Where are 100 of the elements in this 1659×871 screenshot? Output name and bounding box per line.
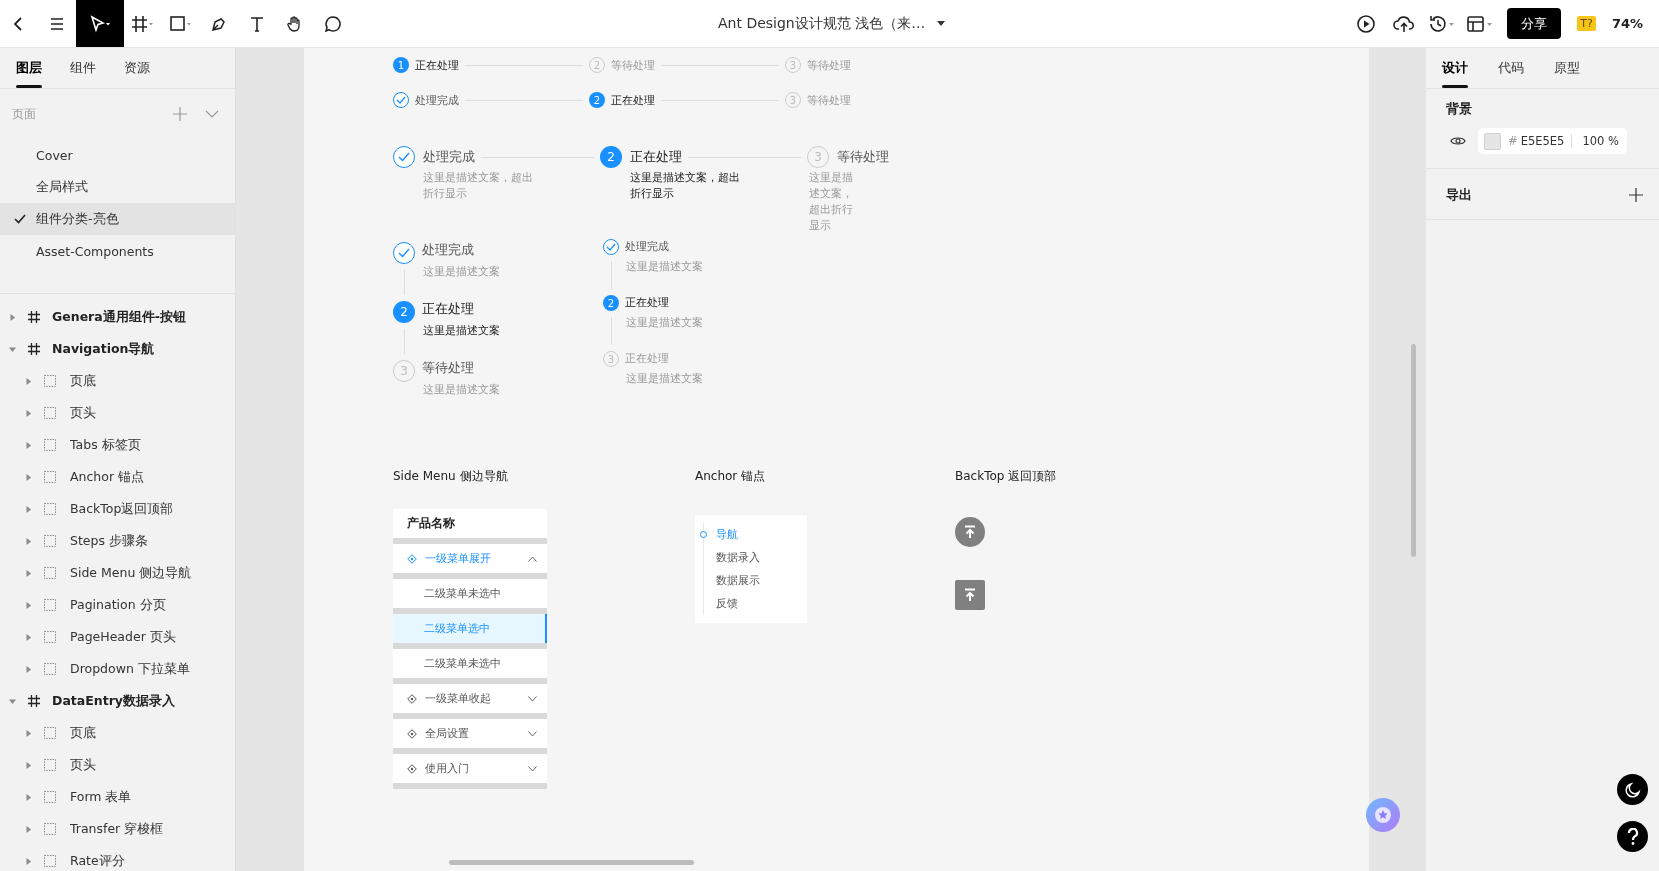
layer-item[interactable]: 页头: [0, 749, 235, 781]
comment-icon: [324, 14, 342, 33]
component-icon: [44, 663, 56, 675]
share-button[interactable]: 分享: [1507, 8, 1562, 39]
panel-tab[interactable]: 资源: [124, 48, 150, 88]
page-item[interactable]: 全局样式: [0, 171, 235, 203]
step-title: 处理完成: [423, 148, 475, 166]
caret-icon: [937, 20, 946, 27]
section-heading: 背景: [1446, 101, 1473, 118]
layer-item[interactable]: Transfer 穿梭框: [0, 813, 235, 845]
menu-item[interactable]: 二级菜单未选中: [393, 579, 547, 608]
layer-item[interactable]: 页底: [0, 365, 235, 397]
step-title: 处理完成: [625, 239, 670, 254]
layer-item[interactable]: Anchor 锚点: [0, 461, 235, 493]
panel-tab[interactable]: 图层: [16, 48, 42, 88]
layer-item[interactable]: BackTop返回顶部: [0, 493, 235, 525]
layer-item[interactable]: PageHeader 页头: [0, 621, 235, 653]
hex-value: E5E5E5: [1520, 134, 1565, 148]
step-icon: 2: [393, 301, 415, 323]
step-title: 处理完成: [415, 92, 459, 108]
panel-tab[interactable]: 代码: [1498, 48, 1524, 88]
layer-item[interactable]: Rate评分: [0, 845, 235, 871]
arrow-up-icon: [963, 525, 977, 539]
layer-item[interactable]: 页底: [0, 717, 235, 749]
add-icon[interactable]: [1629, 188, 1643, 202]
anchor-link[interactable]: 数据录入: [704, 546, 807, 569]
step-icon: 1: [393, 57, 409, 73]
layer-item[interactable]: Side Menu 侧边导航: [0, 557, 235, 589]
page-item[interactable]: Cover: [0, 139, 235, 171]
section-heading: BackTop 返回顶部: [955, 468, 1057, 485]
diamond-icon: [407, 763, 417, 774]
step-description: 这里是描述文案: [423, 265, 500, 279]
layer-item[interactable]: Dropdown 下拉菜单: [0, 653, 235, 685]
layer-item[interactable]: Genera通用组件-按钮: [0, 301, 235, 333]
step-title: 正在处理: [625, 295, 670, 310]
component-icon: [44, 567, 56, 579]
back-to-top-button[interactable]: [955, 580, 985, 610]
eye-icon[interactable]: [1450, 135, 1466, 147]
moon-icon: [1624, 781, 1641, 798]
pointer-icon: [88, 14, 112, 33]
page-item[interactable]: 组件分类-亮色: [0, 203, 235, 235]
zoom-level[interactable]: 74%: [1611, 16, 1643, 31]
diamond-icon: [407, 693, 417, 704]
step-description: 这里是描述文案: [423, 383, 500, 397]
hash-sign: #: [1508, 134, 1518, 148]
dark-mode-button[interactable]: [1617, 774, 1648, 805]
layer-item[interactable]: Pagination 分页: [0, 589, 235, 621]
arrow-up-icon: [963, 588, 977, 602]
component-icon: [44, 503, 56, 515]
panel-tab[interactable]: 原型: [1554, 48, 1580, 88]
step-title: 等待处理: [807, 92, 851, 108]
layer-item[interactable]: Steps 步骤条: [0, 525, 235, 557]
step-icon: 2: [589, 92, 605, 108]
color-swatch[interactable]: [1484, 132, 1501, 150]
help-button[interactable]: [1617, 821, 1648, 852]
step-description: 这里是描述文案，超出折行显示: [809, 170, 854, 234]
star-button[interactable]: [1366, 798, 1400, 832]
layer-item[interactable]: Tabs 标签页: [0, 429, 235, 461]
step-description: 这里是描述文案: [423, 324, 500, 338]
section-heading: Anchor 锚点: [695, 468, 767, 485]
scrollbar[interactable]: [1411, 344, 1416, 557]
layer-item[interactable]: Form 表单: [0, 781, 235, 813]
panel-tab[interactable]: 组件: [70, 48, 96, 88]
anchor-link[interactable]: 数据展示: [704, 569, 807, 592]
history-icon: [1428, 13, 1457, 34]
component-icon: [44, 407, 56, 419]
panel-tab[interactable]: 设计: [1442, 48, 1468, 88]
page-item[interactable]: Asset-Components: [0, 235, 235, 267]
back-to-top-button[interactable]: [955, 517, 985, 547]
component-icon: [44, 439, 56, 451]
layer-item[interactable]: Navigation导航: [0, 333, 235, 365]
diamond-icon: [407, 728, 417, 739]
layout-icon: [1466, 13, 1495, 34]
step-title: 处理完成: [422, 242, 475, 259]
color-field[interactable]: # E5E5E5 100 %: [1478, 128, 1627, 154]
anchor-link[interactable]: 反馈: [704, 592, 807, 615]
step-title: 正在处理: [422, 301, 475, 318]
product-name: 产品名称: [393, 509, 547, 538]
layer-item[interactable]: DataEntry数据录入: [0, 685, 235, 717]
step-title: 等待处理: [422, 360, 475, 377]
text-tool-icon: [248, 14, 266, 33]
step-icon: 2: [603, 295, 619, 311]
tool-button[interactable]: [76, 0, 124, 47]
layer-item[interactable]: 页头: [0, 397, 235, 429]
help-icon: [1626, 827, 1639, 846]
step-title: 正在处理: [630, 148, 682, 166]
component-icon: [44, 471, 56, 483]
menu-item[interactable]: 使用入门: [393, 754, 547, 783]
menu-item[interactable]: 全局设置: [393, 719, 547, 748]
step-description: 这里是描述文案: [626, 372, 703, 386]
scrollbar[interactable]: [449, 860, 694, 865]
component-icon: [44, 599, 56, 611]
step-title: 等待处理: [807, 57, 851, 73]
menu-item[interactable]: 二级菜单未选中: [393, 649, 547, 678]
menu-item[interactable]: 一级菜单收起: [393, 684, 547, 713]
component-icon: [44, 855, 56, 867]
document-title[interactable]: Ant Design设计规范 浅色（来…: [718, 0, 946, 47]
user-badge[interactable]: T?: [1577, 16, 1596, 31]
frame-icon: [131, 14, 155, 33]
frame-icon: [28, 695, 40, 707]
